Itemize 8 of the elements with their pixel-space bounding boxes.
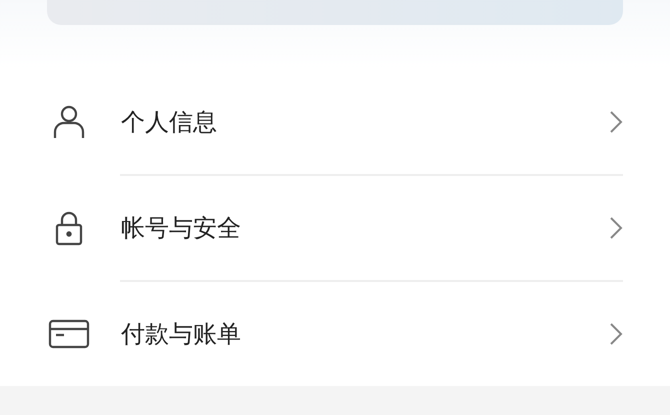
person-icon xyxy=(51,104,87,140)
chevron-right-icon xyxy=(609,216,623,240)
chevron-right-icon xyxy=(609,322,623,346)
chevron-right-icon xyxy=(609,110,623,134)
menu-item-label[interactable]: 个人信息 xyxy=(121,106,609,138)
menu-item-label[interactable]: 付款与账单 xyxy=(121,318,609,350)
menu-item-label[interactable]: 帐号与安全 xyxy=(121,212,609,244)
credit-card-icon xyxy=(48,318,90,350)
